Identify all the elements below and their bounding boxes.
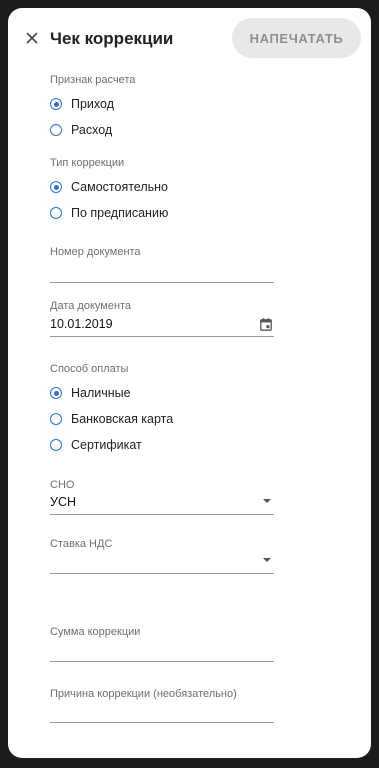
radio-unchecked-icon	[50, 439, 62, 451]
correction-reason-field[interactable]: Причина коррекции (необязательно)	[50, 688, 274, 723]
dialog-title: Чек коррекции	[50, 29, 174, 48]
sno-value: УСН	[50, 495, 76, 509]
sno-label: СНО	[50, 479, 75, 491]
radio-checked-icon	[50, 181, 62, 193]
radio-label: Расход	[71, 123, 113, 137]
vat-rate-label: Ставка НДС	[50, 538, 113, 550]
radio-payment-card[interactable]: Банковская карта	[50, 409, 173, 429]
radio-label: Банковская карта	[71, 412, 174, 426]
doc-date-value: 10.01.2019	[50, 317, 113, 331]
radio-label: Приход	[71, 97, 114, 111]
close-icon[interactable]	[22, 28, 42, 48]
radio-correction-self[interactable]: Самостоятельно	[50, 177, 168, 197]
radio-label: Самостоятельно	[71, 180, 169, 194]
correction-reason-label: Причина коррекции (необязательно)	[50, 688, 237, 700]
radio-payment-certificate[interactable]: Сертификат	[50, 435, 142, 455]
doc-number-field[interactable]: Номер документа	[50, 246, 274, 283]
radio-unchecked-icon	[50, 124, 62, 136]
field-underline	[50, 282, 274, 283]
dialog-header: Чек коррекции НАПЕЧАТАТЬ	[8, 8, 371, 70]
radio-label: Наличные	[71, 386, 131, 400]
doc-date-field[interactable]: Дата документа 10.01.2019	[50, 300, 274, 337]
print-button[interactable]: НАПЕЧАТАТЬ	[232, 18, 361, 58]
doc-date-label: Дата документа	[50, 300, 132, 312]
field-underline	[50, 573, 274, 574]
correction-sum-field[interactable]: Сумма коррекции	[50, 626, 274, 662]
radio-label: Сертификат	[71, 438, 142, 452]
dropdown-arrow-icon	[263, 499, 271, 503]
radio-label: По предписанию	[71, 206, 169, 220]
radio-correction-prescription[interactable]: По предписанию	[50, 203, 168, 223]
radio-checked-icon	[50, 387, 62, 399]
radio-payment-cash[interactable]: Наличные	[50, 383, 131, 403]
payment-method-label: Способ оплаты	[50, 363, 129, 375]
correction-sum-label: Сумма коррекции	[50, 626, 141, 638]
doc-number-label: Номер документа	[50, 246, 141, 258]
field-underline	[50, 336, 274, 337]
field-underline	[50, 661, 274, 662]
radio-settlement-income[interactable]: Приход	[50, 94, 114, 114]
field-underline	[50, 514, 274, 515]
radio-checked-icon	[50, 98, 62, 110]
field-underline	[50, 722, 274, 723]
settlement-label: Признак расчета	[50, 74, 136, 86]
vat-rate-select[interactable]: Ставка НДС	[50, 538, 274, 574]
radio-unchecked-icon	[50, 207, 62, 219]
correction-receipt-dialog: Чек коррекции НАПЕЧАТАТЬ Признак расчета…	[8, 8, 371, 758]
correction-type-label: Тип коррекции	[50, 157, 125, 169]
sno-select[interactable]: СНО УСН	[50, 479, 274, 515]
calendar-icon[interactable]	[260, 318, 272, 331]
dropdown-arrow-icon	[263, 558, 271, 562]
radio-settlement-expense[interactable]: Расход	[50, 120, 112, 140]
radio-unchecked-icon	[50, 413, 62, 425]
